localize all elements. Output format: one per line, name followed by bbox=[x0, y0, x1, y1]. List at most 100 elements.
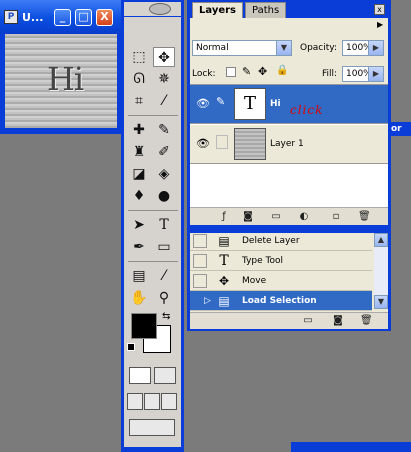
layer-row-layer-1[interactable]: 👁 Layer 1 bbox=[190, 125, 388, 164]
hand-tool-icon[interactable]: ✋ bbox=[128, 288, 150, 308]
move-tool-icon[interactable]: ✥ bbox=[153, 47, 175, 67]
type-icon: T bbox=[219, 253, 229, 269]
blend-mode-select[interactable]: Normal ▼ bbox=[192, 40, 292, 56]
opacity-field[interactable]: 100% ▶ bbox=[342, 40, 384, 56]
blend-mode-value: Normal bbox=[196, 43, 229, 53]
history-row-selected[interactable]: ▷ ▤ Load Selection bbox=[190, 291, 372, 311]
layer-thumbnail: T bbox=[234, 88, 266, 120]
screen-mode-standard-button[interactable] bbox=[127, 393, 143, 410]
history-list: ▤ Delete Layer T Type Tool ✥ Move ▷ ▤ Lo… bbox=[190, 233, 388, 311]
visibility-eye-icon[interactable]: 👁 bbox=[194, 95, 212, 113]
chevron-down-icon[interactable]: ▼ bbox=[276, 41, 291, 55]
chevron-right-icon[interactable]: ▶ bbox=[368, 67, 383, 81]
quick-mask-mode-button[interactable] bbox=[154, 367, 176, 384]
document-titlebar[interactable]: P U... _ □ X bbox=[0, 0, 121, 34]
magic-wand-tool-icon[interactable]: ✵ bbox=[153, 69, 175, 89]
layer-list: 👁 ✎ T Hi click 👁 Layer 1 bbox=[190, 84, 388, 207]
history-row[interactable]: T Type Tool bbox=[190, 251, 372, 271]
document-icon: ▤ bbox=[218, 234, 230, 248]
marquee-tool-icon[interactable]: ⬚ bbox=[128, 47, 150, 67]
eraser-tool-icon[interactable]: ◪ bbox=[128, 164, 150, 184]
palette-menu-arrow-icon[interactable]: ▶ bbox=[377, 20, 383, 29]
layer-mask-icon[interactable]: ◙ bbox=[242, 211, 254, 223]
layer-row-hi[interactable]: 👁 ✎ T Hi click bbox=[190, 85, 388, 124]
history-row[interactable]: ✥ Move bbox=[190, 271, 372, 291]
pen-tool-icon[interactable]: ✒ bbox=[128, 237, 150, 257]
swap-colors-icon[interactable]: ⇆ bbox=[162, 311, 170, 322]
tab-paths[interactable]: Paths bbox=[245, 2, 287, 18]
color-palette-edge[interactable]: or bbox=[391, 122, 411, 136]
paint-bucket-tool-icon[interactable]: ◈ bbox=[153, 164, 175, 184]
path-selection-tool-icon[interactable]: ➤ bbox=[128, 215, 150, 235]
screen-mode-full-button[interactable] bbox=[161, 393, 177, 410]
trash-icon[interactable]: 🗑 bbox=[358, 211, 371, 223]
adjustment-layer-icon[interactable]: ◐ bbox=[298, 211, 310, 223]
toolbox: ⬚ ✥ ᘏ ✵ ⌗ ⁄ ✚ ✎ ♜ ✐ ◪ ◈ ♦ ● ➤ T ✒ ▭ ▤ ⁄ … bbox=[121, 0, 184, 452]
snapshot-source-box[interactable] bbox=[193, 234, 207, 248]
history-scrollbar[interactable]: ▲ ▼ bbox=[374, 233, 388, 309]
rectangle-tool-icon[interactable]: ▭ bbox=[153, 237, 175, 257]
history-state-slider-icon[interactable]: ▷ bbox=[204, 291, 211, 311]
zoom-tool-icon[interactable]: ⚲ bbox=[153, 288, 175, 308]
document-title: U... bbox=[22, 11, 44, 24]
link-box[interactable] bbox=[216, 135, 228, 149]
standard-mode-button[interactable] bbox=[129, 367, 151, 384]
snapshot-icon[interactable]: ◙ bbox=[332, 315, 344, 327]
history-brush-tool-icon[interactable]: ✐ bbox=[153, 142, 175, 162]
snapshot-source-box[interactable] bbox=[193, 274, 207, 288]
brush-tool-icon[interactable]: ✎ bbox=[153, 120, 175, 140]
lasso-tool-icon[interactable]: ᘏ bbox=[128, 69, 150, 89]
maximize-button[interactable]: □ bbox=[75, 9, 92, 26]
new-layer-icon[interactable]: ▫ bbox=[330, 211, 342, 223]
scroll-up-icon[interactable]: ▲ bbox=[374, 233, 388, 247]
lock-all-icon[interactable]: 🔒 bbox=[276, 65, 288, 76]
toolbox-divider bbox=[128, 210, 178, 211]
type-tool-icon[interactable]: T bbox=[153, 215, 175, 235]
jump-to-imageready-button[interactable] bbox=[129, 419, 175, 436]
new-group-icon[interactable]: ▭ bbox=[270, 211, 282, 223]
layer-name: Hi bbox=[270, 99, 281, 109]
close-button[interactable]: X bbox=[96, 9, 113, 26]
blur-tool-icon[interactable]: ♦ bbox=[128, 186, 150, 206]
chevron-right-icon[interactable]: ▶ bbox=[368, 41, 383, 55]
trash-icon[interactable]: 🗑 bbox=[360, 315, 373, 327]
brush-link-icon[interactable]: ✎ bbox=[216, 95, 230, 111]
slice-tool-icon[interactable]: ⁄ bbox=[153, 91, 175, 111]
toolbox-body: ⬚ ✥ ᘏ ✵ ⌗ ⁄ ✚ ✎ ♜ ✐ ◪ ◈ ♦ ● ➤ T ✒ ▭ ▤ ⁄ … bbox=[124, 17, 181, 447]
dodge-tool-icon[interactable]: ● bbox=[153, 186, 175, 206]
lock-transparency-icon[interactable] bbox=[226, 67, 236, 77]
lock-position-icon[interactable]: ✥ bbox=[258, 65, 267, 78]
lock-image-icon[interactable]: ✎ bbox=[242, 65, 251, 78]
history-label: Load Selection bbox=[242, 296, 317, 306]
toolbox-header[interactable] bbox=[124, 2, 181, 16]
visibility-eye-icon[interactable]: 👁 bbox=[194, 135, 212, 153]
layer-style-icon[interactable]: ƒ bbox=[218, 211, 230, 223]
notes-tool-icon[interactable]: ▤ bbox=[128, 266, 150, 286]
stamp-tool-icon[interactable]: ♜ bbox=[128, 142, 150, 162]
handwritten-annotation: click bbox=[290, 103, 324, 117]
snapshot-source-box[interactable] bbox=[193, 254, 207, 268]
photoshop-icon: P bbox=[4, 10, 18, 24]
crop-tool-icon[interactable]: ⌗ bbox=[128, 91, 150, 111]
layers-palette: Layers Paths x ▶ Normal ▼ Opacity: 100% … bbox=[187, 0, 391, 229]
foreground-color-swatch[interactable] bbox=[131, 313, 157, 339]
fill-field[interactable]: 100% ▶ bbox=[342, 66, 384, 82]
color-palette-title-fragment: or bbox=[391, 124, 402, 134]
healing-brush-tool-icon[interactable]: ✚ bbox=[128, 120, 150, 140]
document-window[interactable]: P U... _ □ X Hi bbox=[0, 0, 121, 134]
eyedropper-tool-icon[interactable]: ⁄ bbox=[153, 266, 175, 286]
default-colors-icon[interactable] bbox=[127, 343, 135, 351]
minimize-button[interactable]: _ bbox=[54, 9, 71, 26]
document-icon: ▤ bbox=[218, 294, 230, 308]
layers-palette-body: ▶ Normal ▼ Opacity: 100% ▶ Lock: ✎ ✥ 🔒 F… bbox=[190, 18, 388, 225]
document-canvas[interactable]: Hi bbox=[5, 34, 117, 128]
scroll-down-icon[interactable]: ▼ bbox=[374, 295, 388, 309]
palette-close-icon[interactable]: x bbox=[374, 4, 385, 15]
history-label: Delete Layer bbox=[242, 236, 300, 246]
new-document-from-state-icon[interactable]: ▭ bbox=[302, 315, 314, 327]
history-row[interactable]: ▤ Delete Layer bbox=[190, 231, 372, 251]
tab-layers[interactable]: Layers bbox=[192, 2, 243, 18]
screen-mode-full-menu-button[interactable] bbox=[144, 393, 160, 410]
window-edge bbox=[291, 442, 411, 452]
layer-name: Layer 1 bbox=[270, 139, 304, 149]
